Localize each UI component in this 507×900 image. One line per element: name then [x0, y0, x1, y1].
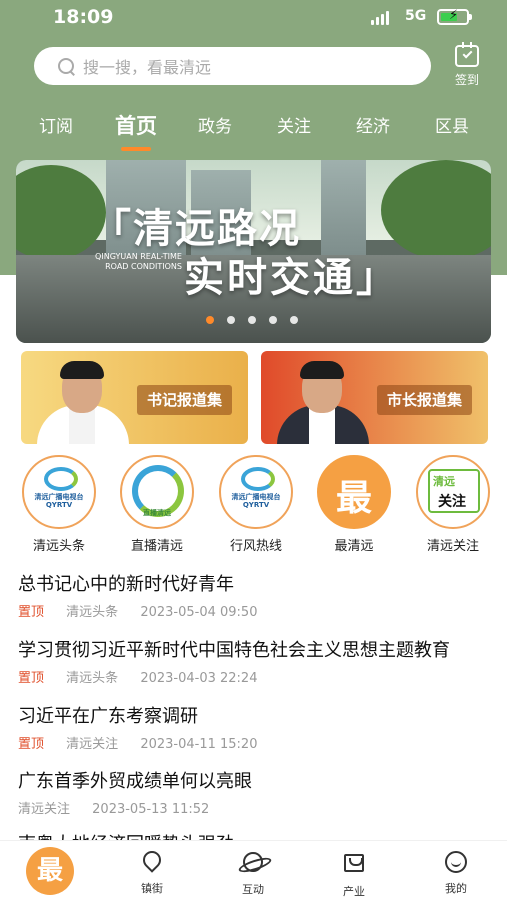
pinned-badge: 置顶 [18, 671, 45, 686]
app-root: 18:09 5G ⚡ 搜一搜，看最清远 签到 订阅 首页 政务 关注 经济 区县… [0, 0, 507, 900]
news-item[interactable]: 习近平在广东考察调研 置顶 清远关注 2023-04-11 15:20 [18, 702, 493, 752]
search-bar[interactable]: 搜一搜，看最清远 [34, 47, 431, 85]
news-source: 清远关注 [66, 737, 119, 752]
channel-tabs: 订阅 首页 政务 关注 经济 区县 [0, 112, 507, 156]
active-tab-indicator [121, 147, 151, 151]
qingyuan-focus-logo-icon: 清远 关注 [416, 455, 490, 529]
carousel-dot[interactable] [206, 316, 214, 324]
qyrtv-logo-icon: 清远广播电视台 QYRTV [219, 455, 293, 529]
tab-subscribe[interactable]: 订阅 [39, 112, 73, 137]
news-item[interactable]: 总书记心中的新时代好青年 置顶 清远头条 2023-05-04 09:50 [18, 570, 493, 620]
carousel-dot[interactable] [227, 316, 235, 324]
news-time: 2023-05-04 09:50 [140, 605, 258, 620]
tab-home[interactable]: 首页 [115, 110, 157, 140]
tabbar-label: 镇街 [141, 882, 163, 895]
tabbar-industry[interactable]: 产业 [319, 849, 389, 899]
shortcut-qingyuan-focus[interactable]: 清远 关注 清远关注 [408, 455, 498, 554]
network-type: 5G [405, 8, 427, 24]
qyrtv-logo-icon: 清远广播电视台 QYRTV [22, 455, 96, 529]
live-qingyuan-logo-icon: 直播清远 [120, 455, 194, 529]
tabbar-label: 我的 [445, 882, 467, 895]
news-source: 清远头条 [66, 671, 119, 686]
news-title: 习近平在广东考察调研 [18, 706, 198, 727]
carousel-dot[interactable] [290, 316, 298, 324]
shortcut-qingyuan-headlines[interactable]: 清远广播电视台 QYRTV 清远头条 [14, 455, 104, 554]
person-photo [269, 357, 379, 444]
news-item[interactable]: 广东首季外贸成绩单何以亮眼 清远关注 2023-05-13 11:52 [18, 767, 493, 817]
shortcut-label: 清远头条 [32, 539, 85, 554]
banner-title-line2: 实时交通」 [184, 255, 399, 301]
news-time: 2023-04-11 15:20 [140, 737, 258, 752]
news-item[interactable]: 学习贯彻习近平新时代中国特色社会主义思想主题教育 置顶 清远头条 2023-04… [18, 636, 493, 686]
tabbar-interact[interactable]: 互动 [218, 849, 288, 897]
location-pin-icon [139, 847, 165, 877]
status-time: 18:09 [53, 6, 114, 28]
tabbar-towns[interactable]: 镇街 [117, 847, 187, 896]
secretary-report-card[interactable]: 书记报道集 [21, 351, 248, 444]
battery-icon: ⚡ [437, 8, 472, 25]
news-title: 学习贯彻习近平新时代中国特色社会主义思想主题教育 [18, 640, 450, 661]
tab-districts[interactable]: 区县 [435, 112, 469, 137]
banner-carousel[interactable]: 「清远路况 QINGYUAN REAL-TIME ROAD CONDITIONS… [16, 160, 491, 343]
home-zui-icon: 最 [26, 847, 74, 895]
search-icon [58, 57, 75, 75]
bottom-tab-bar: 最 镇街 互动 产业 我的 [0, 840, 507, 900]
calendar-check-icon [455, 42, 479, 67]
checkin-label: 签到 [454, 73, 479, 87]
pinned-badge: 置顶 [18, 605, 45, 620]
news-title: 广东首季外贸成绩单何以亮眼 [18, 771, 252, 792]
checkin-button[interactable]: 签到 [446, 42, 488, 91]
carousel-dot[interactable] [248, 316, 256, 324]
report-label: 市长报道集 [376, 385, 472, 415]
shortcut-most-qingyuan[interactable]: 最 最清远 [309, 455, 399, 554]
zui-logo-icon: 最 [317, 455, 391, 529]
tabbar-label: 互动 [242, 883, 264, 896]
banner-subtitle: QINGYUAN REAL-TIME ROAD CONDITIONS [95, 252, 182, 271]
person-photo [29, 357, 139, 444]
channel-shortcuts: 清远广播电视台 QYRTV 清远头条 直播清远 直播清远 清远广播电视台 QYR… [0, 455, 507, 555]
signal-icon [371, 11, 389, 25]
shortcut-conduct-hotline[interactable]: 清远广播电视台 QYRTV 行风热线 [211, 455, 301, 554]
tabbar-label: 产业 [343, 885, 365, 898]
tab-economy[interactable]: 经济 [356, 112, 390, 137]
smiley-face-icon [443, 851, 469, 877]
news-source: 清远关注 [18, 802, 71, 817]
news-time: 2023-04-03 22:24 [140, 671, 258, 686]
carousel-dots [206, 316, 298, 324]
tabbar-home[interactable]: 最 [15, 847, 85, 895]
tabbar-mine[interactable]: 我的 [421, 849, 491, 896]
shortcut-label: 最清远 [334, 539, 374, 554]
search-placeholder: 搜一搜，看最清远 [83, 58, 212, 77]
shortcut-label: 直播清远 [130, 539, 183, 554]
news-source: 清远头条 [66, 605, 119, 620]
report-label: 书记报道集 [136, 385, 232, 415]
shortcut-live-qingyuan[interactable]: 直播清远 直播清远 [112, 455, 202, 554]
news-time: 2023-05-13 11:52 [92, 802, 210, 817]
tab-government[interactable]: 政务 [198, 112, 232, 137]
mayor-report-card[interactable]: 市长报道集 [261, 351, 488, 444]
shopping-bag-icon [341, 854, 367, 880]
planet-icon [240, 852, 266, 878]
pinned-badge: 置顶 [18, 737, 45, 752]
status-bar: 18:09 5G ⚡ [0, 0, 507, 36]
tab-follow[interactable]: 关注 [277, 112, 311, 137]
carousel-dot[interactable] [269, 316, 277, 324]
shortcut-label: 清远关注 [426, 539, 479, 554]
shortcut-label: 行风热线 [229, 539, 282, 554]
news-title: 总书记心中的新时代好青年 [18, 574, 234, 595]
